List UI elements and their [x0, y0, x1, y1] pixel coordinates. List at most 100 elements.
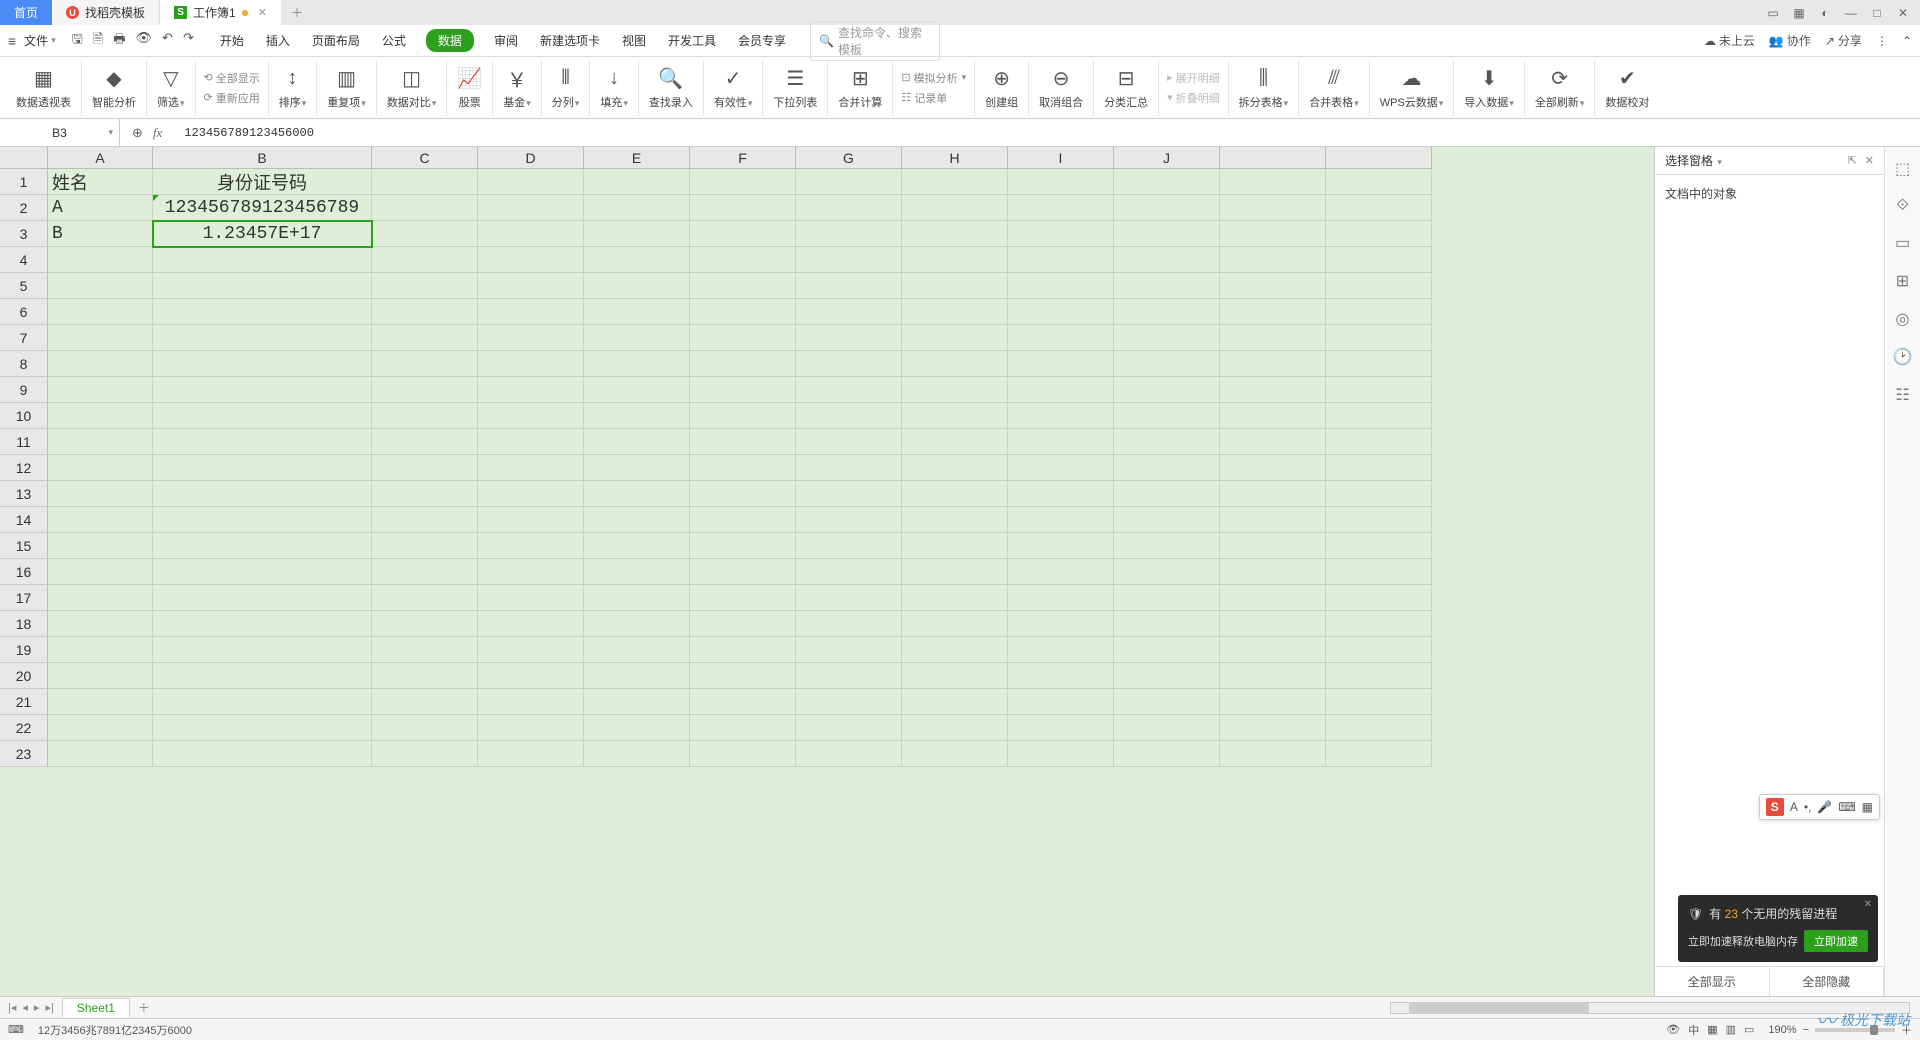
cell-B4[interactable] — [153, 247, 372, 273]
cell-F13[interactable] — [690, 481, 796, 507]
cell-C7[interactable] — [372, 325, 478, 351]
cell-A9[interactable] — [48, 377, 153, 403]
cell-B15[interactable] — [153, 533, 372, 559]
cell-F23[interactable] — [690, 741, 796, 767]
cell-G14[interactable] — [796, 507, 902, 533]
cell-E15[interactable] — [584, 533, 690, 559]
cell-I2[interactable] — [1008, 195, 1114, 221]
cell-D10[interactable] — [478, 403, 584, 429]
tab-dev-tools[interactable]: 开发工具 — [666, 29, 718, 52]
cell-D13[interactable] — [478, 481, 584, 507]
cell-F5[interactable] — [690, 273, 796, 299]
cell-A4[interactable] — [48, 247, 153, 273]
cell-C5[interactable] — [372, 273, 478, 299]
name-box-arrow-icon[interactable]: ▾ — [108, 127, 113, 138]
sheet-last-icon[interactable]: ▸| — [45, 1001, 53, 1014]
maximize-icon[interactable]: □ — [1868, 6, 1886, 20]
ime-toolbar[interactable]: S A •, 🎤 ⌨ ▦ — [1759, 794, 1880, 820]
rb-wps-cloud-data[interactable]: ☁WPS云数据▾ — [1370, 60, 1455, 116]
rb-refresh-all[interactable]: ⟳全部刷新▾ — [1525, 60, 1596, 116]
cell-I22[interactable] — [1008, 715, 1114, 741]
rail-layout-icon[interactable]: ▭ — [1895, 233, 1910, 253]
cell-G18[interactable] — [796, 611, 902, 637]
collapse-ribbon-icon[interactable]: ⌃ — [1902, 34, 1912, 48]
cell-G19[interactable] — [796, 637, 902, 663]
cell-F8[interactable] — [690, 351, 796, 377]
cell-D2[interactable] — [478, 195, 584, 221]
cell-B9[interactable] — [153, 377, 372, 403]
cell-A20[interactable] — [48, 663, 153, 689]
col-header-J[interactable]: J — [1114, 147, 1220, 169]
cell-B3[interactable]: 1.23457E+17 — [153, 221, 372, 247]
rb-data-check[interactable]: ✔数据校对 — [1595, 60, 1659, 116]
row-header-7[interactable]: 7 — [0, 325, 48, 351]
skin-icon[interactable]: ◐ — [1816, 6, 1834, 20]
cell-A19[interactable] — [48, 637, 153, 663]
cell-D19[interactable] — [478, 637, 584, 663]
cell-G2[interactable] — [796, 195, 902, 221]
row-header-12[interactable]: 12 — [0, 455, 48, 481]
cell-I7[interactable] — [1008, 325, 1114, 351]
cells-area[interactable]: 姓名身份证号码A123456789123456789B1.23457E+17 — [48, 169, 1432, 767]
cell-C4[interactable] — [372, 247, 478, 273]
cell-D9[interactable] — [478, 377, 584, 403]
rb-smart-analysis[interactable]: ◆智能分析 — [82, 60, 147, 116]
cell-J18[interactable] — [1114, 611, 1220, 637]
cell-D7[interactable] — [478, 325, 584, 351]
more-icon[interactable]: ⋮ — [1876, 34, 1888, 48]
cell-J4[interactable] — [1114, 247, 1220, 273]
cell-C9[interactable] — [372, 377, 478, 403]
ime-lang-icon[interactable]: A — [1790, 800, 1798, 814]
tab-home[interactable]: 首页 — [0, 0, 52, 25]
command-search[interactable]: 🔍 查找命令、搜索模板 — [810, 21, 940, 61]
cell-C3[interactable] — [372, 221, 478, 247]
cell-I15[interactable] — [1008, 533, 1114, 559]
rb-expand-detail[interactable]: ▸ 展开明细 — [1167, 70, 1220, 86]
cell-G3[interactable] — [796, 221, 902, 247]
cell-B17[interactable] — [153, 585, 372, 611]
cell-F11[interactable] — [690, 429, 796, 455]
cell-G17[interactable] — [796, 585, 902, 611]
cell-E8[interactable] — [584, 351, 690, 377]
cell-J12[interactable] — [1114, 455, 1220, 481]
share-button[interactable]: ↗ 分享 — [1825, 32, 1862, 49]
rail-location-icon[interactable]: ◎ — [1896, 309, 1910, 329]
cell-D6[interactable] — [478, 299, 584, 325]
cell-G1[interactable] — [796, 169, 902, 195]
undo-icon[interactable]: ↶ — [162, 30, 173, 52]
rb-text-to-columns[interactable]: ⫴分列▾ — [542, 60, 591, 116]
pane-close-icon[interactable]: ✕ — [1865, 154, 1874, 167]
cell-J14[interactable] — [1114, 507, 1220, 533]
cell-D17[interactable] — [478, 585, 584, 611]
hide-all-button[interactable]: 全部隐藏 — [1770, 967, 1885, 996]
cell-I11[interactable] — [1008, 429, 1114, 455]
cell-A18[interactable] — [48, 611, 153, 637]
cell-B13[interactable] — [153, 481, 372, 507]
scrollbar-thumb[interactable] — [1409, 1003, 1589, 1013]
cell-J6[interactable] — [1114, 299, 1220, 325]
status-input-icon[interactable]: ⌨ — [8, 1023, 24, 1036]
cell-J20[interactable] — [1114, 663, 1220, 689]
save-icon[interactable]: 🖫 — [72, 30, 83, 52]
tab-page-layout[interactable]: 页面布局 — [310, 29, 362, 52]
cell-I16[interactable] — [1008, 559, 1114, 585]
cell-H3[interactable] — [902, 221, 1008, 247]
cell-B22[interactable] — [153, 715, 372, 741]
col-header-H[interactable]: H — [902, 147, 1008, 169]
cell-I9[interactable] — [1008, 377, 1114, 403]
tab-view[interactable]: 视图 — [620, 29, 648, 52]
cell-B10[interactable] — [153, 403, 372, 429]
cell-C19[interactable] — [372, 637, 478, 663]
tab-close-icon[interactable]: ✕ — [258, 6, 267, 19]
cell-I12[interactable] — [1008, 455, 1114, 481]
cell-G7[interactable] — [796, 325, 902, 351]
row-header-23[interactable]: 23 — [0, 741, 48, 767]
pane-pin-icon[interactable]: ⇱ — [1848, 154, 1857, 167]
cell-F4[interactable] — [690, 247, 796, 273]
ime-keyboard-icon[interactable]: ⌨ — [1838, 800, 1855, 814]
rb-data-compare[interactable]: ◫数据对比▾ — [377, 60, 448, 116]
cell-D15[interactable] — [478, 533, 584, 559]
cell-A22[interactable] — [48, 715, 153, 741]
cell-E5[interactable] — [584, 273, 690, 299]
cell-B12[interactable] — [153, 455, 372, 481]
